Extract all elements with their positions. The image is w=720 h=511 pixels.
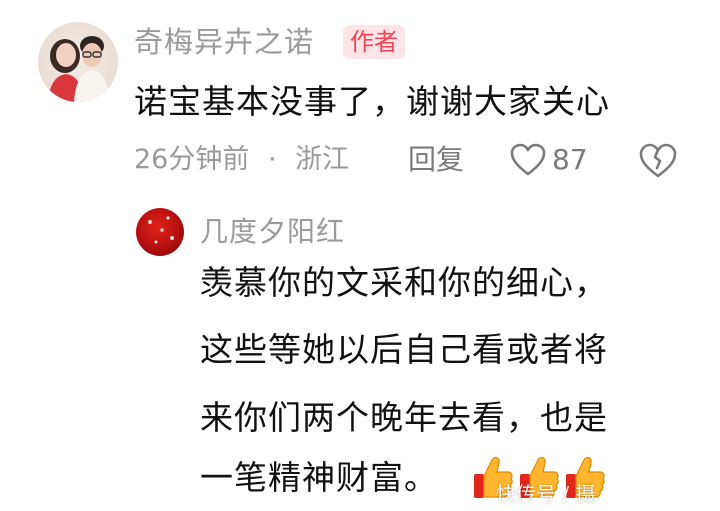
comment-time: 26分钟前 <box>134 144 250 175</box>
broken-heart-icon <box>639 143 677 178</box>
comment-text: 诺宝基本没事了，谢谢大家关心 <box>134 82 610 121</box>
reply-text-line-3: 来你们两个晚年去看，也是 <box>200 398 608 437</box>
reply-text-line-4: 一笔精神财富。 <box>200 458 438 497</box>
author-username[interactable]: 奇梅异卉之诺 <box>134 22 314 62</box>
watermark: 快传号 / 摄 <box>496 482 596 506</box>
comment-location: 浙江 <box>295 144 350 175</box>
reply-avatar[interactable] <box>136 208 184 256</box>
author-avatar[interactable] <box>38 22 118 102</box>
meta-separator: · <box>267 144 277 175</box>
author-badge: 作者 <box>343 25 405 59</box>
reply-text-line-1: 羡慕你的文采和你的细心， <box>200 263 608 302</box>
avatar-photo <box>48 36 110 102</box>
comment-meta: 26分钟前 · 浙江 <box>134 140 349 180</box>
like-count: 87 <box>552 143 588 176</box>
reply-username[interactable]: 几度夕阳红 <box>200 212 345 252</box>
reply-button[interactable]: 回复 <box>408 140 464 180</box>
heart-outline-icon <box>510 143 546 176</box>
like-button[interactable]: 87 <box>510 140 588 180</box>
dislike-button[interactable] <box>638 141 678 181</box>
avatar-flower-image <box>148 216 174 244</box>
reply-text-line-2: 这些等她以后自己看或者将 <box>200 330 608 369</box>
